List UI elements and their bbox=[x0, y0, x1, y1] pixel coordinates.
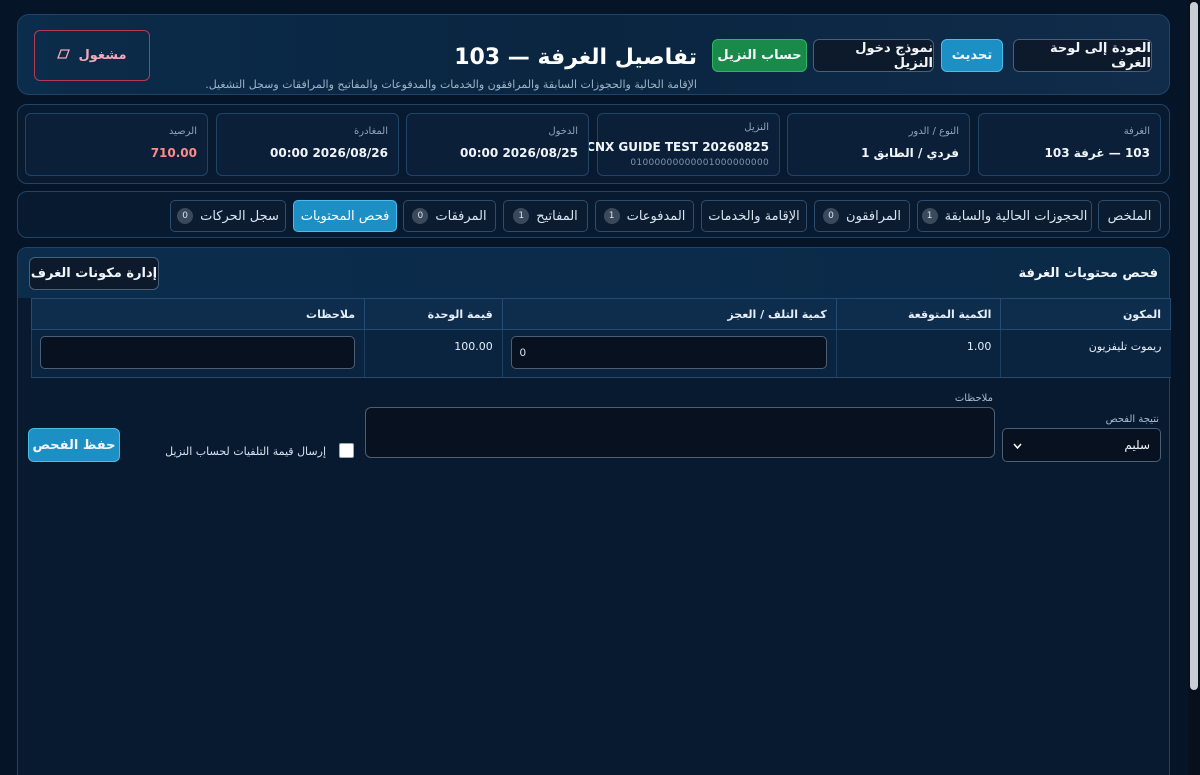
checkout-value: 2026/08/26 00:00 bbox=[270, 146, 388, 160]
inspection-panel: فحص محتويات الغرفة إدارة مكونات الغرف ال… bbox=[17, 247, 1171, 775]
tab-label: المرفقات bbox=[435, 208, 487, 224]
tab-label: الإقامة والخدمات bbox=[708, 208, 800, 224]
tab-activity-log[interactable]: سجل الحركات 0 bbox=[170, 200, 286, 232]
unit-value: 100.00 bbox=[364, 329, 503, 378]
send-damages-label: إرسال قيمة التلفيات لحساب النزيل bbox=[165, 445, 326, 458]
balance-value: 710.00 bbox=[150, 146, 197, 160]
tab-companions[interactable]: المرافقون 0 bbox=[814, 200, 910, 232]
manage-components-button[interactable]: إدارة مكونات الغرف bbox=[29, 257, 159, 290]
eraser-icon bbox=[57, 48, 71, 63]
type-value: فردي / الطابق 1 bbox=[861, 146, 959, 160]
result-select[interactable]: سليم bbox=[1002, 428, 1161, 462]
result-label: نتيجة الفحص bbox=[1105, 414, 1159, 425]
checkin-label: الدخول bbox=[548, 126, 578, 137]
guest-id: 01000000000001000000000 bbox=[630, 158, 769, 168]
guest-card: النزيل CNX GUIDE TEST 20260825 010000000… bbox=[586, 113, 780, 176]
balance-card: الرصيد 710.00 bbox=[25, 113, 208, 176]
checkin-card: الدخول 2026/08/25 00:00 bbox=[406, 113, 589, 176]
tab-payments[interactable]: المدفوعات 1 bbox=[595, 200, 694, 232]
page-subtitle: الإقامة الحالية والحجوزات السابقة والمرا… bbox=[205, 78, 697, 91]
notes-cell bbox=[30, 329, 365, 378]
count-badge: 1 bbox=[513, 208, 530, 224]
page-header: العودة إلى لوحة الغرف تحديث نموذج دخول ا… bbox=[17, 14, 1170, 95]
tab-keys[interactable]: المفاتيح 1 bbox=[503, 200, 588, 232]
inspection-header: فحص محتويات الغرفة إدارة مكونات الغرف bbox=[18, 248, 1169, 298]
column-header: المكون bbox=[1000, 298, 1171, 330]
room-info-bar: الغرفة 103 — غرفة 103 النوع / الدور فردي… bbox=[17, 104, 1170, 184]
selected-result: سليم bbox=[1124, 438, 1150, 452]
tab-contents-inspection[interactable]: فحص المحتويات bbox=[293, 200, 397, 232]
save-inspection-button[interactable]: حفظ الفحص bbox=[28, 428, 120, 462]
busy-status-button[interactable]: مشغول bbox=[34, 30, 150, 81]
damage-cell bbox=[501, 329, 837, 378]
back-to-rooms-button[interactable]: العودة إلى لوحة الغرف bbox=[1013, 39, 1152, 72]
count-badge: 0 bbox=[412, 208, 429, 224]
balance-label: الرصيد bbox=[168, 126, 197, 137]
section-title: فحص محتويات الغرفة bbox=[1018, 266, 1158, 281]
chevron-down-icon bbox=[1013, 438, 1022, 452]
table-header-row: المكون الكمية المتوقعة كمية التلف / العج… bbox=[30, 298, 1171, 330]
column-header: كمية التلف / العجز bbox=[501, 298, 837, 330]
room-label: الغرفة bbox=[1123, 126, 1150, 137]
count-badge: 0 bbox=[177, 208, 194, 224]
tab-label: المرافقون bbox=[846, 208, 901, 224]
checkout-label: المغادرة bbox=[354, 126, 388, 137]
column-header: ملاحظات bbox=[30, 298, 366, 330]
guest-label: النزيل bbox=[744, 122, 769, 133]
tab-attachments[interactable]: المرفقات 0 bbox=[403, 200, 496, 232]
checkout-card: المغادرة 2026/08/26 00:00 bbox=[216, 113, 399, 176]
tab-label: فحص المحتويات bbox=[300, 208, 390, 224]
component-name: ريموت تليفزيون bbox=[1000, 329, 1171, 378]
page-title: تفاصيل الغرفة — 103 bbox=[454, 45, 697, 70]
tab-label: المدفوعات bbox=[626, 208, 686, 224]
column-header: الكمية المتوقعة bbox=[835, 298, 1002, 330]
room-value: 103 — غرفة 103 bbox=[1044, 146, 1150, 160]
tab-bar: الملخص الحجوزات الحالية والسابقة 1 المرا… bbox=[17, 191, 1170, 238]
page-scrollbar[interactable] bbox=[1188, 0, 1200, 775]
checkin-form-button[interactable]: نموذج دخول النزيل bbox=[813, 39, 934, 72]
guest-value: CNX GUIDE TEST 20260825 bbox=[586, 140, 769, 154]
guest-account-button[interactable]: حساب النزيل bbox=[712, 39, 807, 72]
row-notes-input[interactable] bbox=[40, 336, 356, 369]
tab-label: سجل الحركات bbox=[200, 208, 279, 224]
room-card: الغرفة 103 — غرفة 103 bbox=[978, 113, 1161, 176]
send-damages-checkbox[interactable] bbox=[339, 443, 354, 458]
tab-label: الحجوزات الحالية والسابقة bbox=[944, 208, 1088, 224]
tab-bookings[interactable]: الحجوزات الحالية والسابقة 1 bbox=[917, 200, 1092, 232]
notes-label: ملاحظات bbox=[954, 393, 993, 404]
count-badge: 1 bbox=[921, 208, 938, 224]
checkin-value: 2026/08/25 00:00 bbox=[460, 146, 578, 160]
components-table: المكون الكمية المتوقعة كمية التلف / العج… bbox=[30, 298, 1171, 378]
count-badge: 0 bbox=[823, 208, 840, 224]
expected-quantity: 1.00 bbox=[835, 329, 1001, 378]
column-header: قيمة الوحدة bbox=[364, 298, 503, 330]
busy-label: مشغول bbox=[78, 48, 127, 63]
tab-stay-services[interactable]: الإقامة والخدمات bbox=[701, 200, 807, 232]
damage-quantity-input[interactable] bbox=[510, 336, 827, 369]
tab-summary[interactable]: الملخص bbox=[1098, 200, 1161, 232]
inspection-notes-textarea[interactable] bbox=[365, 407, 995, 458]
refresh-button[interactable]: تحديث bbox=[941, 39, 1003, 72]
tab-label: الملخص bbox=[1107, 208, 1152, 224]
scrollbar-thumb[interactable] bbox=[1190, 2, 1198, 690]
type-label: النوع / الدور bbox=[908, 126, 959, 137]
tab-label: المفاتيح bbox=[536, 208, 578, 224]
type-card: النوع / الدور فردي / الطابق 1 bbox=[787, 113, 970, 176]
table-row: ريموت تليفزيون 1.00 100.00 bbox=[30, 329, 1171, 378]
count-badge: 1 bbox=[603, 208, 620, 224]
